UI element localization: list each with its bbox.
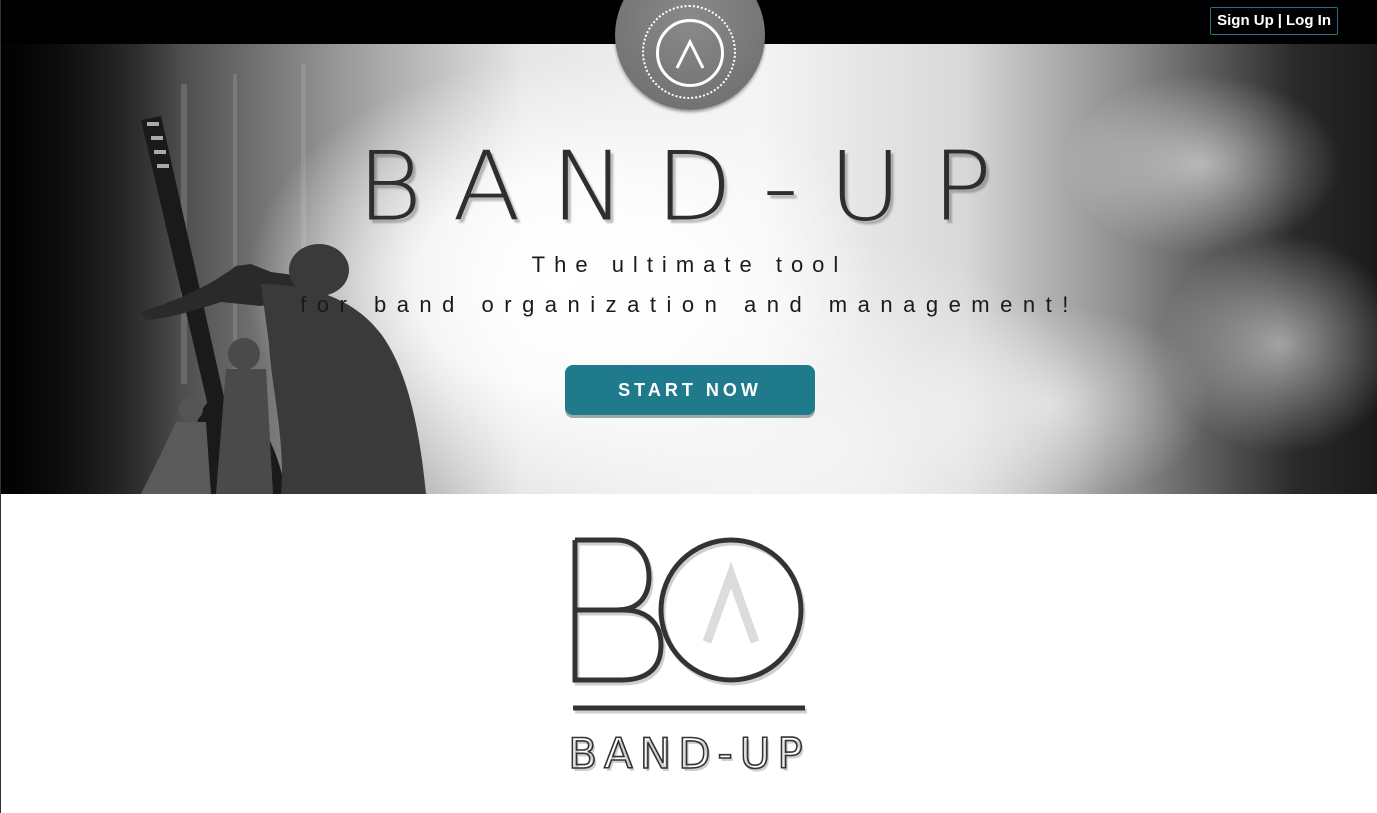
start-now-button[interactable]: START NOW [565,365,815,415]
hero-title: BAND-UP [356,130,1023,243]
wordmark-text: BAND-UP [568,729,810,778]
home-badge-logo[interactable] [615,0,765,110]
sign-up-link[interactable]: Sign Up [1217,8,1274,34]
auth-links: Sign Up | Log In [1210,7,1338,35]
caret-up-icon [702,561,760,644]
band-up-monogram-logo: BAND-UP BAND-UP [561,530,821,785]
band-up-logo-graphic: BAND-UP BAND-UP [567,537,810,781]
auth-separator: | [1277,12,1282,29]
tagline-line-2: for band organization and management! [300,292,1079,317]
caret-up-icon [675,38,705,69]
landing-page: Sign Up | Log In BAND-UP The ultimate to… [0,0,1377,813]
hero-section: BAND-UP The ultimate tool for band organ… [1,44,1377,494]
tagline-line-1: The ultimate tool [531,252,848,277]
log-in-link[interactable]: Log In [1286,8,1331,34]
